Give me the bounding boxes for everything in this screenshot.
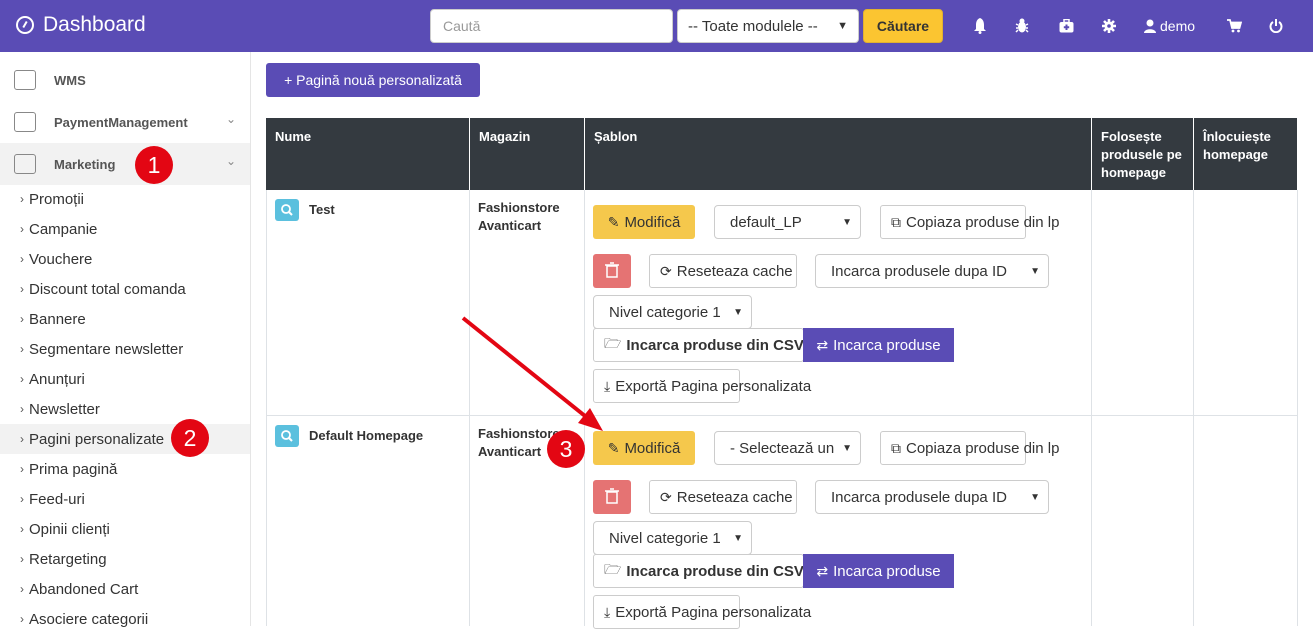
- annotation-arrow: [461, 316, 603, 431]
